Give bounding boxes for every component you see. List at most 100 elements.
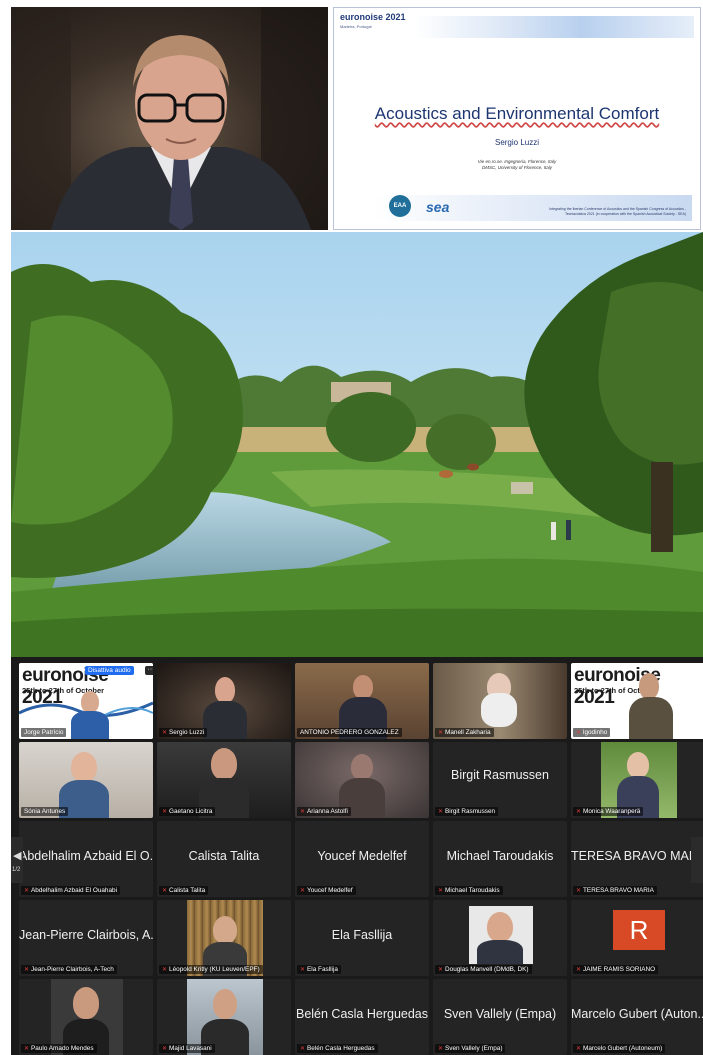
slide-affiliations: Vie en.ro.se. Ingegneria, Florence, Ital… bbox=[334, 159, 700, 171]
muted-mic-icon: ✕ bbox=[576, 888, 582, 894]
slide-affiliation-2: DMSC, University of Florence, Italy bbox=[481, 165, 553, 170]
participant-tile[interactable]: ✕ Léopold Kritly (KU Leuven/EPF) bbox=[157, 900, 291, 976]
participant-name: ✕ lgodinho bbox=[573, 728, 611, 737]
euronoise-logo-subtitle: Madeira, Portugal bbox=[340, 24, 372, 29]
muted-mic-icon: ✕ bbox=[300, 809, 306, 815]
participant-name: ✕ Michael Taroudakis bbox=[435, 886, 503, 895]
participant-name: ✕ Arianna Astolfi bbox=[297, 807, 351, 816]
slide-footer-text: Integrating the Iberian Conference of Ac… bbox=[549, 207, 686, 216]
participant-tile[interactable]: TERESA BRAVO MARIA ✕ TERESA BRAVO MARIA bbox=[571, 821, 703, 897]
participant-tile[interactable]: ANTONIO PEDRERO GONZALEZ bbox=[295, 663, 429, 739]
participant-tile[interactable]: ✕ Manell Zakharia bbox=[433, 663, 567, 739]
participant-display-name: Calista Talita bbox=[188, 849, 260, 863]
participant-display-name: Abdelhalim Azbaid El O... bbox=[19, 849, 153, 863]
participant-tile[interactable]: Sónia Antunes bbox=[19, 742, 153, 818]
participant-tile[interactable]: R ✕ JAIME RAMIS SORIANO bbox=[571, 900, 703, 976]
participant-display-name: Jean-Pierre Clairbois, A... bbox=[19, 928, 153, 942]
participant-tile[interactable]: ✕ Gaetano Licitra bbox=[157, 742, 291, 818]
participant-name: ✕ Ela Fasllija bbox=[297, 965, 341, 974]
muted-mic-icon: ✕ bbox=[576, 730, 582, 736]
participant-name: ✕ Paulo Amado Mendes bbox=[21, 1044, 97, 1053]
participant-display-name: Michael Taroudakis bbox=[446, 849, 554, 863]
muted-mic-icon: ✕ bbox=[438, 809, 444, 815]
participant-display-name: Birgit Rasmussen bbox=[451, 768, 549, 782]
euronoise-logo: euronoise 2021 bbox=[340, 12, 406, 22]
sea-logo: sea bbox=[426, 199, 450, 215]
more-options-icon[interactable]: ··· bbox=[145, 666, 153, 675]
landscape-illustration bbox=[11, 232, 703, 657]
participant-tile[interactable]: ✕ Arianna Astolfi bbox=[295, 742, 429, 818]
muted-mic-icon: ✕ bbox=[24, 967, 30, 973]
participant-name: ✕ Belén Casla Herguedas bbox=[297, 1044, 378, 1053]
muted-mic-icon: ✕ bbox=[162, 888, 168, 894]
muted-mic-icon: ✕ bbox=[576, 967, 582, 973]
participant-display-name: Belén Casla Herguedas bbox=[295, 1007, 429, 1021]
participant-tile[interactable]: Abdelhalim Azbaid El O... ✕ Abdelhalim Az… bbox=[19, 821, 153, 897]
participant-display-name: Marcelo Gubert (Auton... bbox=[571, 1007, 703, 1021]
participant-name: ✕ Abdelhalim Azbaid El Ouahabi bbox=[21, 886, 121, 895]
participant-tile[interactable]: ✕ Paulo Amado Mendes bbox=[19, 979, 153, 1055]
participant-name: ✕ Manell Zakharia bbox=[435, 728, 494, 737]
mute-audio-button[interactable]: Disattiva audio bbox=[85, 666, 134, 675]
participant-tile[interactable]: ✕ Douglas Manvell (DMdB, DK) bbox=[433, 900, 567, 976]
previous-page-button[interactable]: ◀ 1/2 bbox=[11, 837, 23, 883]
participant-name: ✕ Jean-Pierre Clairbois, A-Tech bbox=[21, 965, 117, 974]
participant-name: ✕ Léopold Kritly (KU Leuven/EPF) bbox=[159, 965, 263, 974]
participant-tile[interactable]: euronoise 2021 25th to 27th of October ✕… bbox=[571, 663, 703, 739]
participant-tile[interactable]: ✕ Sergio Luzzi bbox=[157, 663, 291, 739]
presentation-slide: euronoise 2021 Madeira, Portugal Acousti… bbox=[333, 7, 701, 230]
participant-tile[interactable]: Marcelo Gubert (Auton... ✕ Marcelo Gubert… bbox=[571, 979, 703, 1055]
participant-name: ✕ Douglas Manvell (DMdB, DK) bbox=[435, 965, 532, 974]
avatar: R bbox=[613, 910, 665, 950]
muted-mic-icon: ✕ bbox=[438, 1046, 444, 1052]
slide-author: Sergio Luzzi bbox=[494, 138, 540, 147]
muted-mic-icon: ✕ bbox=[162, 809, 168, 815]
muted-mic-icon: ✕ bbox=[438, 967, 444, 973]
muted-mic-icon: ✕ bbox=[438, 888, 444, 894]
participant-display-name: Youcef Medelfef bbox=[317, 849, 407, 863]
participant-name: ✕ Youcef Medelfef bbox=[297, 886, 356, 895]
muted-mic-icon: ✕ bbox=[300, 967, 306, 973]
muted-mic-icon: ✕ bbox=[162, 1046, 168, 1052]
landscape-photo bbox=[11, 232, 703, 657]
participant-tile[interactable]: ✕ Majid Lavasani bbox=[157, 979, 291, 1055]
muted-mic-icon: ✕ bbox=[24, 888, 30, 894]
participant-tile[interactable]: Youcef Medelfef ✕ Youcef Medelfef bbox=[295, 821, 429, 897]
slide-header-band bbox=[414, 16, 694, 38]
participant-tile[interactable]: euronoise 2021 25th to 27th of October D… bbox=[19, 663, 153, 739]
participant-name: ✕ JAIME RAMIS SORIANO bbox=[573, 965, 659, 974]
participant-name: ✕ Birgit Rasmussen bbox=[435, 807, 499, 816]
participant-tile[interactable]: Belén Casla Herguedas ✕ Belén Casla Hergu… bbox=[295, 979, 429, 1055]
muted-mic-icon: ✕ bbox=[162, 730, 168, 736]
participant-name: ✕ Majid Lavasani bbox=[159, 1044, 215, 1053]
speaker-figure bbox=[11, 7, 328, 230]
participant-name: ✕ Gaetano Licitra bbox=[159, 807, 216, 816]
participant-display-name: Ela Fasllija bbox=[331, 928, 393, 942]
slide-title: Acoustics and Environmental Comfort bbox=[374, 104, 660, 123]
participant-name: Sónia Antunes bbox=[21, 807, 69, 816]
participant-tile[interactable]: ✕ Monica Waaranperä bbox=[571, 742, 703, 818]
participant-tile[interactable]: Sven Vallely (Empa) ✕ Sven Vallely (Empa) bbox=[433, 979, 567, 1055]
muted-mic-icon: ✕ bbox=[438, 730, 444, 736]
participant-tile[interactable]: Birgit Rasmussen ✕ Birgit Rasmussen bbox=[433, 742, 567, 818]
participant-gallery: euronoise 2021 25th to 27th of October D… bbox=[11, 657, 703, 1055]
page-indicator: 1/2 bbox=[12, 867, 21, 873]
participant-name: ✕ TERESA BRAVO MARIA bbox=[573, 886, 657, 895]
participant-tile[interactable]: Ela Fasllija ✕ Ela Fasllija bbox=[295, 900, 429, 976]
participant-name: ✕ Marcelo Gubert (Autoneum) bbox=[573, 1044, 666, 1053]
participant-name: ✕ Calista Talita bbox=[159, 886, 209, 895]
participant-tile[interactable]: Calista Talita ✕ Calista Talita bbox=[157, 821, 291, 897]
muted-mic-icon: ✕ bbox=[576, 809, 582, 815]
participant-name: ANTONIO PEDRERO GONZALEZ bbox=[297, 728, 402, 737]
participant-name: ✕ Sven Vallely (Empa) bbox=[435, 1044, 506, 1053]
participant-name: ✕ Sergio Luzzi bbox=[159, 728, 208, 737]
muted-mic-icon: ✕ bbox=[162, 967, 168, 973]
muted-mic-icon: ✕ bbox=[300, 1046, 306, 1052]
participant-tile[interactable]: Jean-Pierre Clairbois, A... ✕ Jean-Pierre… bbox=[19, 900, 153, 976]
speaker-video bbox=[11, 7, 328, 230]
participant-tile[interactable]: Michael Taroudakis ✕ Michael Taroudakis bbox=[433, 821, 567, 897]
next-page-button[interactable] bbox=[691, 837, 703, 883]
participant-name: Jorge Patrício bbox=[21, 728, 67, 737]
muted-mic-icon: ✕ bbox=[300, 888, 306, 894]
eaa-logo: EAA bbox=[389, 195, 411, 217]
